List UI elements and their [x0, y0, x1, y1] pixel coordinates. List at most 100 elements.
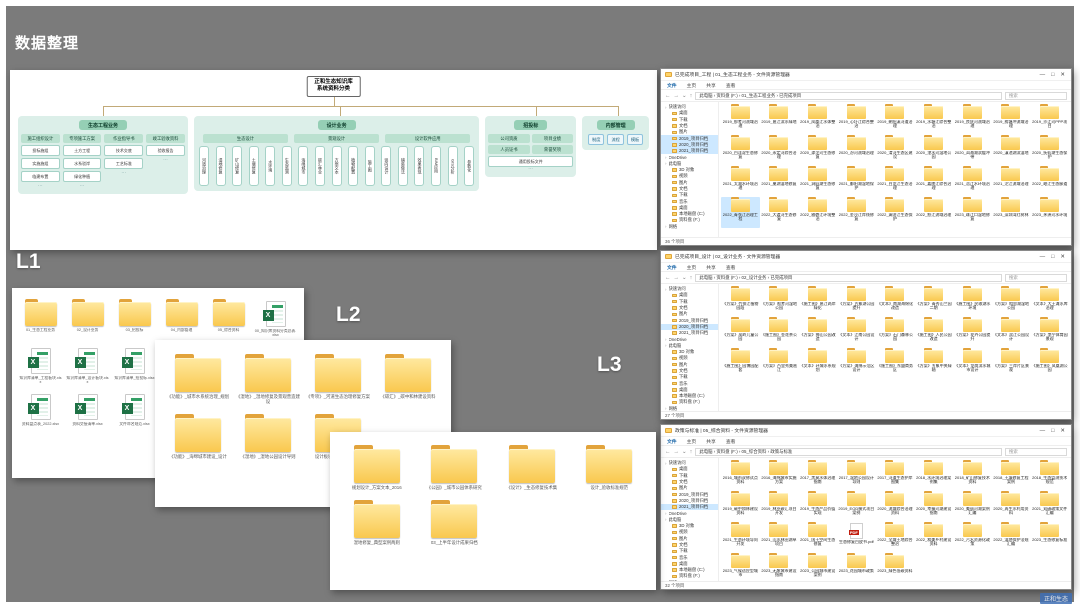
folder-item[interactable]: 2023_茅洲河水环境 [1030, 197, 1069, 228]
folder-item[interactable]: 2022_雅砻江环境整治 [798, 197, 837, 228]
folder-item[interactable]: 2019_林业碳汇项目开发 [760, 491, 799, 522]
folder-item[interactable]: 2022_青衣江治理工程 [721, 197, 760, 228]
folder-item[interactable]: 2021_生态环境导向开发 [721, 522, 760, 553]
folder-item[interactable]: 《方案》石门森林公园 [876, 317, 915, 348]
folder-item[interactable]: 《方案》花卉公园提升 [953, 317, 992, 348]
folder-item[interactable]: 《文本》滨江公园设计 [992, 317, 1031, 348]
folder-item[interactable]: 《施工图》民歌湖水环境 [953, 286, 992, 317]
folder-item[interactable]: 2022_金沙江岸线修复 [837, 197, 876, 228]
folder-item[interactable]: 2022_大渡河生态修复 [760, 197, 799, 228]
folder-item[interactable]: 2023_生态修复标准 [1030, 522, 1069, 553]
folder-item[interactable]: 2017_黑臭水体治理指南 [798, 460, 837, 491]
folder-item[interactable]: 2022_湿地保护法规汇编 [992, 522, 1031, 553]
folder-item[interactable]: 《方案》五象湖公园提升 [837, 286, 876, 317]
recent-locations-button[interactable]: ⌄ [682, 449, 687, 455]
folder-item[interactable]: 2020_幸福河湖建设指南 [914, 491, 953, 522]
folder-item[interactable]: 2021_山水林田湖草项目 [760, 522, 799, 553]
folder-item[interactable]: 2016_城市双修试点资料 [721, 460, 760, 491]
folder-item[interactable]: 2023_公园城市建设案例 [798, 553, 837, 581]
ribbon-tab[interactable]: 文件 [667, 264, 677, 271]
folder-item[interactable]: 《方案》海绵示范区设计 [837, 348, 876, 379]
folder-item[interactable]: 2021_嘉陵江综合治理 [914, 166, 953, 197]
folder-item[interactable]: 2021_国土空间生态修复 [798, 522, 837, 553]
maximize-button[interactable]: □ [1051, 254, 1054, 260]
minimize-button[interactable]: — [1040, 254, 1046, 260]
sidebar-item[interactable]: ›网络 [661, 224, 718, 230]
folder-item[interactable]: 2023_气候适应型城市 [721, 553, 760, 581]
folder-item[interactable]: 《方案》那考河湿地公园 [760, 286, 799, 317]
ribbon-tab[interactable]: 主页 [687, 82, 697, 89]
maximize-button[interactable]: □ [1051, 428, 1054, 434]
search-box[interactable]: 搜索 [1005, 448, 1067, 456]
search-box[interactable]: 搜索 [1005, 92, 1067, 100]
folder-item[interactable]: 《湿地》_湿地修复及景观营造建设 [233, 354, 303, 404]
folder-item[interactable]: 《方案》李宁体育园景观 [1030, 317, 1069, 348]
folder-item[interactable]: 《专项》_河道生态治理修复方案 [303, 354, 373, 404]
folder-item[interactable]: 2021_沱江流域治理 [992, 166, 1031, 197]
folder-item[interactable]: 《方案》青秀山兰园二期 [914, 286, 953, 317]
back-button[interactable]: ← [665, 449, 671, 455]
search-box[interactable]: 搜索 [1005, 274, 1067, 282]
folder-item[interactable]: 2023_珠江口湿地修复 [953, 197, 992, 228]
folder-item[interactable]: 《文本》大王滩水库治理 [1030, 286, 1069, 317]
folder-item[interactable]: 2021_涪江水环境治理 [953, 166, 992, 197]
folder-item[interactable]: 《方案》竹排江植物园段 [721, 286, 760, 317]
folder-item[interactable]: 2018_水环境治理案例集 [914, 460, 953, 491]
folder-item[interactable]: 2021_巢湖湿地修复 [760, 166, 799, 197]
folder-item[interactable]: 2019_凤凰江水体整治 [798, 104, 837, 135]
minimize-button[interactable]: — [1040, 428, 1046, 434]
folder-item[interactable]: 2023_花园城市政策 [837, 553, 876, 581]
folder-item[interactable]: 《方案》相思湖湿地公园 [992, 286, 1031, 317]
back-button[interactable]: ← [665, 275, 671, 281]
folder-item[interactable]: 《湿地》_湿地公园设计导则 [233, 414, 303, 459]
folder-item[interactable]: 2020_抚仙湖生态保护 [1030, 135, 1069, 166]
folder-item[interactable]: 2017_河道生态护岸图集 [876, 460, 915, 491]
folder-item[interactable]: 2019_楞塘冲流域治理 [992, 104, 1031, 135]
forward-button[interactable]: → [674, 93, 680, 99]
folder-item[interactable]: 2020_滹沱河生态修复 [798, 135, 837, 166]
forward-button[interactable]: → [674, 275, 680, 281]
folder-item[interactable]: 《施工图》凤凰湖公园 [1030, 348, 1069, 379]
folder-item[interactable]: 2018_生态监测技术规范 [1030, 460, 1069, 491]
folder-item[interactable]: 2019_碳中和林建设资料 [721, 491, 760, 522]
up-button[interactable]: ↑ [690, 449, 693, 455]
folder-item[interactable]: 《公园》_城市公园体系研究 [416, 445, 494, 490]
ribbon-tab[interactable]: 主页 [687, 264, 697, 271]
excel-file-item[interactable]: X知识库清单_设计板块.xlsx [64, 345, 111, 385]
ribbon-tab[interactable]: 主页 [687, 438, 697, 445]
folder-item[interactable]: 2019_朝阳溪河道治理 [876, 104, 915, 135]
folder-item[interactable]: 2019_EOD模式项目案例 [837, 491, 876, 522]
folder-item[interactable]: 2022_怒江流域治理 [914, 197, 953, 228]
folder-item[interactable]: 2021_太湖水环境治理 [721, 166, 760, 197]
address-path[interactable]: 此电脑 › 资料盘 (F:) › 02_设计业务 › 已完成项目 [695, 274, 1002, 282]
close-button[interactable]: ✕ [1060, 72, 1065, 78]
close-button[interactable]: ✕ [1060, 428, 1065, 434]
ribbon-tab[interactable]: 共享 [706, 438, 716, 445]
folder-item[interactable]: 《碳汇》_碳中和林建设资料 [373, 354, 443, 404]
folder-item[interactable]: 《方案》狮山公园改造 [798, 317, 837, 348]
folder-item[interactable]: 2023_无废城市建设指南 [760, 553, 799, 581]
folder-item[interactable]: 《方案》凤岭儿童公园 [721, 317, 760, 348]
folder-item[interactable]: 《功能》_海绵城市建设_设计 [163, 414, 233, 459]
folder-item[interactable]: 2018_土壤修复工程案例 [992, 460, 1031, 491]
folder-item[interactable]: 《施工图》东盟商务区 [876, 348, 915, 379]
folder-item[interactable]: 《施工图》邕江两岸绿化 [798, 286, 837, 317]
excel-file-item[interactable]: X知识库清单_招投标.xlsx [111, 345, 158, 385]
folder-item[interactable]: 2019_沙江河PPP项目 [1030, 104, 1069, 135]
folder-item[interactable]: 2022_和美乡村建设资料 [914, 522, 953, 553]
folder-item[interactable]: 2022_岷江生态廊道 [1030, 166, 1069, 197]
folder-item[interactable]: 2020_滇池湖滨湿地 [992, 135, 1031, 166]
folder-item[interactable]: 2019_水塘江综合整治 [914, 104, 953, 135]
folder-item[interactable]: 2019_良庆河流域治理 [953, 104, 992, 135]
folder-item[interactable]: 2022_污水资源化政策 [953, 522, 992, 553]
folder-item[interactable]: 《方案》百里秀美邕江 [760, 348, 799, 379]
folder-item[interactable]: 2022_全域土地综合整治 [876, 522, 915, 553]
back-button[interactable]: ← [665, 93, 671, 99]
folder-item[interactable]: 2019_邕江滨水绿地 [760, 104, 799, 135]
folder-item[interactable]: 《文本》龙岗滨水城市设计 [953, 348, 992, 379]
folder-item[interactable]: 2019_生态产品价值实现 [798, 491, 837, 522]
folder-item[interactable]: 《功能》_城市水系统治理_规划 [163, 354, 233, 404]
folder-item[interactable]: 《方案》五象中央绿轴 [914, 348, 953, 379]
folder-item[interactable]: 湿地修复_典型案例两则 [338, 500, 416, 545]
folder-item[interactable]: 《施工图》人民公园改造 [914, 317, 953, 348]
